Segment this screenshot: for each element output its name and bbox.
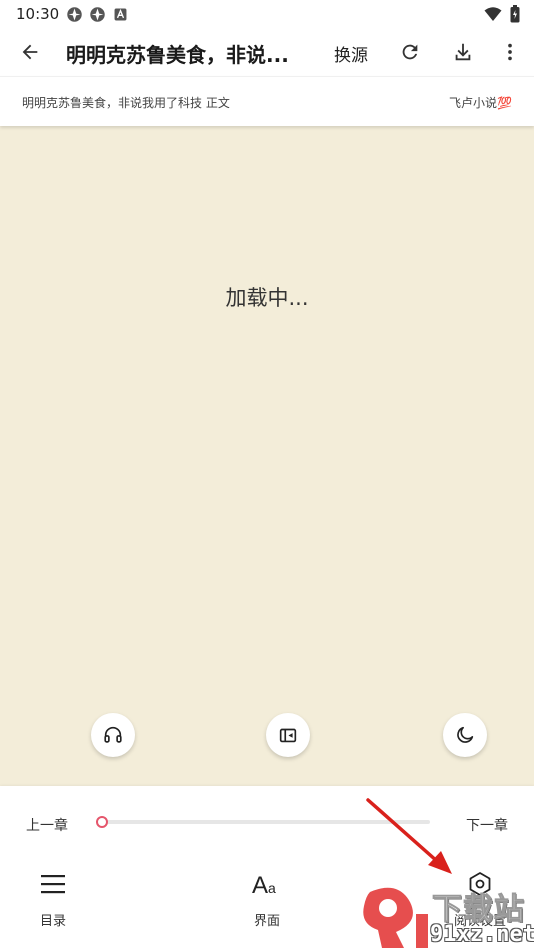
more-options-button[interactable] xyxy=(496,38,524,66)
battery-icon xyxy=(510,5,520,23)
status-bar: 10:30 xyxy=(0,0,534,28)
refresh-icon xyxy=(402,44,418,60)
read-aloud-button[interactable] xyxy=(91,713,135,757)
menu-catalog-label: 目录 xyxy=(39,914,66,929)
download-icon xyxy=(455,43,471,61)
app-notification-icon xyxy=(67,7,82,22)
next-chapter-button[interactable]: 下一章 xyxy=(466,815,508,835)
menu-interface-label: 界面 xyxy=(253,914,280,929)
watermark-logo: 下载站 91xz.net xyxy=(360,884,534,950)
book-title: 明明克苏鲁美食，非说... xyxy=(66,43,289,67)
menu-catalog[interactable]: 目录 xyxy=(13,870,93,930)
wifi-icon xyxy=(484,7,502,21)
font-style-icon: Aa xyxy=(252,870,282,898)
loading-text: 加载中... xyxy=(225,286,309,310)
watermark-domain: 91xz.net xyxy=(430,922,534,947)
refresh-button[interactable] xyxy=(396,38,424,66)
svg-text:a: a xyxy=(268,880,276,896)
more-vert-icon xyxy=(508,43,512,61)
system-status-icons xyxy=(484,5,520,23)
watermark-emblem xyxy=(363,887,428,948)
book-source-name[interactable]: 飞卢小说💯 xyxy=(449,94,512,111)
headphones-icon xyxy=(104,726,122,743)
menu-list-icon xyxy=(38,870,68,898)
download-button[interactable] xyxy=(449,38,477,66)
menu-interface[interactable]: Aa 界面 xyxy=(227,870,307,930)
a-badge-icon xyxy=(114,8,127,21)
reading-area[interactable]: 加载中... xyxy=(0,126,534,786)
night-mode-button[interactable] xyxy=(443,713,487,757)
change-source-button[interactable]: 换源 xyxy=(334,41,368,66)
back-arrow-icon xyxy=(22,44,38,60)
back-button[interactable] xyxy=(14,38,46,66)
auto-page-icon xyxy=(279,728,297,743)
top-toolbar: 明明克苏鲁美食，非说... 换源 xyxy=(0,28,534,76)
night-mode-icon xyxy=(457,726,474,743)
app-notification-icon xyxy=(90,7,105,22)
chapter-progress-track[interactable] xyxy=(100,820,430,824)
status-time: 10:30 xyxy=(16,5,60,23)
prev-chapter-button[interactable]: 上一章 xyxy=(26,815,68,835)
svg-text:A: A xyxy=(252,872,268,897)
chapter-info-bar: 明明克苏鲁美食，非说我用了科技 正文 飞卢小说💯 xyxy=(0,76,534,126)
auto-page-button[interactable] xyxy=(266,713,310,757)
chapter-name[interactable]: 明明克苏鲁美食，非说我用了科技 正文 xyxy=(22,94,230,111)
notification-icons xyxy=(66,6,129,23)
chapter-progress-thumb[interactable] xyxy=(96,816,108,828)
